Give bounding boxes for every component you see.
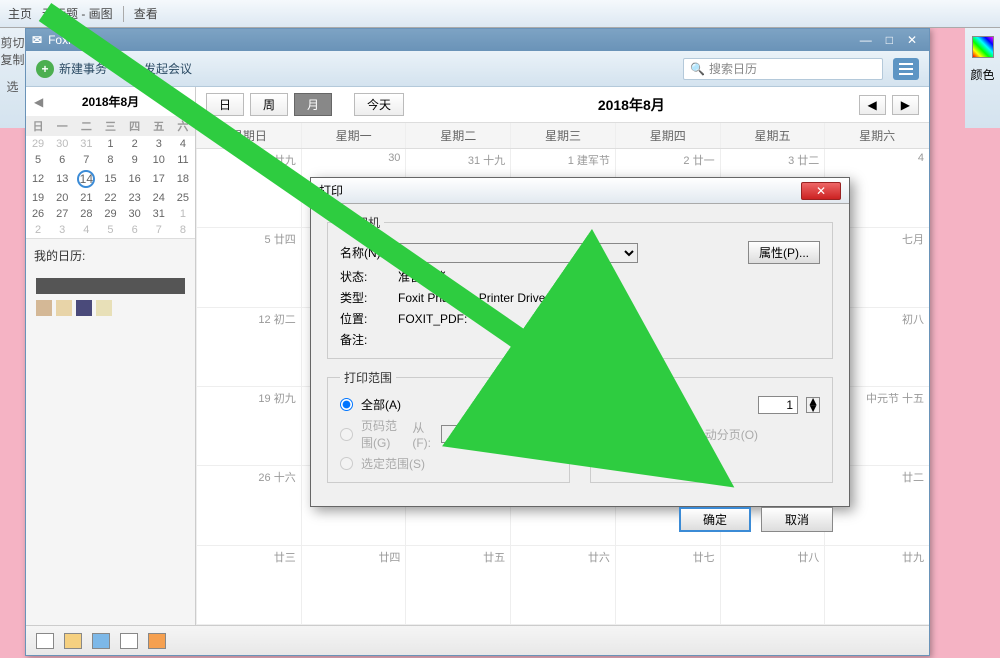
properties-button[interactable]: 属性(P)... <box>748 241 820 264</box>
range-selection-label: 选定范围(S) <box>361 455 425 472</box>
range-group: 打印范围 全部(A) 页码范围(G) 从(F): 到(T): 选定范围(S) <box>327 369 570 483</box>
cal-color[interactable] <box>56 300 72 316</box>
calendar-item[interactable] <box>36 278 185 294</box>
maximize-icon[interactable]: □ <box>886 33 893 47</box>
cal-color[interactable] <box>76 300 92 316</box>
foxmail-icon: ✉ <box>32 33 42 47</box>
collate-icon: 1¹ 2² 3³ <box>603 426 664 443</box>
range-selection-radio <box>340 457 353 470</box>
view-today-button[interactable]: 今天 <box>354 93 404 116</box>
location-value: FOXIT_PDF: <box>398 312 467 326</box>
printer-select[interactable] <box>398 243 638 263</box>
cancel-button[interactable]: 取消 <box>761 507 833 532</box>
statusbar <box>26 625 929 655</box>
collate-label: 自动分页(O) <box>693 426 758 443</box>
select-btn[interactable]: 选 <box>0 78 25 95</box>
calendar-icon[interactable] <box>92 633 110 649</box>
range-all-radio[interactable] <box>340 398 353 411</box>
foxmail-toolbar: + 新建事务 ◷ 发起会议 🔍 搜索日历 <box>26 51 929 87</box>
color-swatch[interactable] <box>972 36 994 58</box>
print-dialog: 打印 ✕ 打印机 名称(N): 属性(P)... 状态: 准备就绪 类型: Foxi… <box>310 177 850 507</box>
paint-home-tab[interactable]: 主页 <box>8 5 32 22</box>
weekday-header: 星期日星期一星期二星期三星期四星期五星期六 <box>196 123 929 149</box>
search-input[interactable]: 🔍 搜索日历 <box>683 58 883 80</box>
sidebar: ◀ 2018年8月 ▶ 日一二三四五六 2930311234 567891011… <box>26 87 196 625</box>
contacts-icon[interactable] <box>64 633 82 649</box>
rss-icon[interactable] <box>148 633 166 649</box>
range-pages-radio <box>340 428 353 441</box>
mini-cal-next[interactable]: ▶ <box>178 95 187 109</box>
new-event-label: 新建事务 <box>59 60 107 77</box>
mail-icon[interactable] <box>36 633 54 649</box>
foxmail-titlebar[interactable]: ✉ Foxmail — □ ✕ <box>26 29 929 51</box>
collate-checkbox <box>672 428 685 441</box>
view-day-button[interactable]: 日 <box>206 93 244 116</box>
copies-group: 份数 份数(C):▲▼ 1¹ 2² 3³ 自动分页(O) <box>590 369 833 483</box>
printer-group: 打印机 名称(N): 属性(P)... 状态: 准备就绪 类型: Foxit Pha… <box>327 214 833 359</box>
menu-button[interactable] <box>893 58 919 80</box>
cut-btn[interactable]: 剪切 <box>0 34 25 51</box>
to-input <box>517 425 557 443</box>
search-placeholder: 搜索日历 <box>709 60 757 77</box>
copies-down[interactable]: ▼ <box>807 405 819 412</box>
start-meeting-button[interactable]: ◷ 发起会议 <box>121 60 192 78</box>
to-label: 到(T): <box>489 419 509 450</box>
close-button[interactable]: ✕ <box>801 182 841 200</box>
type-label: 类型: <box>340 289 390 306</box>
color-label: 颜色 <box>970 66 994 83</box>
new-event-button[interactable]: + 新建事务 <box>36 60 107 78</box>
copies-input[interactable] <box>758 396 798 414</box>
cal-color[interactable] <box>96 300 112 316</box>
my-calendars-label: 我的日历: <box>26 239 195 272</box>
copies-label: 份数(C): <box>603 397 653 414</box>
foxmail-title: Foxmail <box>48 33 90 47</box>
print-dialog-titlebar[interactable]: 打印 ✕ <box>311 178 849 204</box>
status-label: 状态: <box>340 268 390 285</box>
calendar-title: 2018年8月 <box>410 95 852 115</box>
view-week-button[interactable]: 周 <box>250 93 288 116</box>
from-input <box>441 425 481 443</box>
type-value: Foxit Phantom Printer Driver <box>398 291 549 305</box>
left-ribbon: 剪切 复制 选 <box>0 28 25 128</box>
notes-icon[interactable] <box>120 633 138 649</box>
paint-title: 无标题 - 画图 <box>42 5 113 22</box>
printer-legend: 打印机 <box>340 214 384 231</box>
cal-next[interactable]: ▶ <box>892 95 919 115</box>
range-pages-label: 页码范围(G) <box>361 417 404 451</box>
comment-label: 备注: <box>340 331 390 348</box>
copies-legend: 份数 <box>603 369 635 386</box>
color-ribbon: 颜色 <box>965 28 1000 128</box>
mini-cal-prev[interactable]: ◀ <box>34 95 43 109</box>
close-icon[interactable]: ✕ <box>907 33 917 47</box>
plus-icon: + <box>36 60 54 78</box>
start-meeting-label: 发起会议 <box>144 60 192 77</box>
mini-calendar[interactable]: 日一二三四五六 2930311234 567891011 12131415161… <box>26 116 195 238</box>
status-value: 准备就绪 <box>398 268 446 285</box>
copy-btn[interactable]: 复制 <box>0 51 25 68</box>
cal-color[interactable] <box>36 300 52 316</box>
range-legend: 打印范围 <box>340 369 396 386</box>
clock-icon: ◷ <box>121 60 139 78</box>
view-month-button[interactable]: 月 <box>294 93 332 116</box>
from-label: 从(F): <box>412 419 432 450</box>
name-label: 名称(N): <box>340 244 390 261</box>
ok-button[interactable]: 确定 <box>679 507 751 532</box>
minimize-icon[interactable]: — <box>860 33 872 47</box>
mini-cal-month: 2018年8月 <box>82 93 139 110</box>
calendar-list <box>26 272 195 322</box>
calendar-toolbar: 日 周 月 今天 2018年8月 ◀ ▶ <box>196 87 929 123</box>
paint-ribbon: 主页 无标题 - 画图 查看 <box>0 0 1000 28</box>
cal-prev[interactable]: ◀ <box>859 95 886 115</box>
print-dialog-title: 打印 <box>319 182 343 199</box>
location-label: 位置: <box>340 310 390 327</box>
range-all-label: 全部(A) <box>361 396 401 413</box>
paint-view-tab[interactable]: 查看 <box>134 5 158 22</box>
search-icon: 🔍 <box>690 62 705 76</box>
